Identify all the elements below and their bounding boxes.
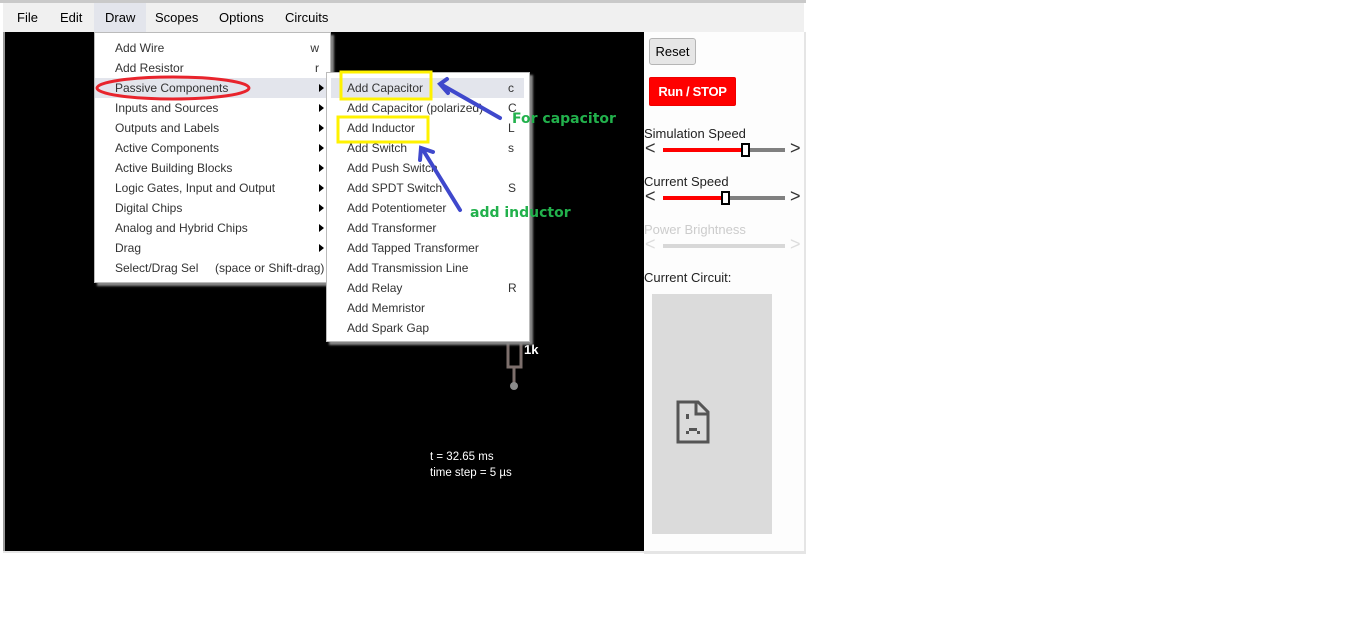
yellow-box-capacitor	[339, 70, 433, 101]
annotation-add-inductor: add inductor	[470, 205, 571, 221]
annotation-for-capacitor: For capacitor	[512, 111, 616, 127]
red-highlight-ellipse	[95, 75, 251, 101]
annotation-overlay	[95, 70, 502, 212]
arrow-to-inductor	[418, 145, 462, 212]
circuit-simulator-app: File Edit Draw Scopes Options Circuits 1…	[0, 0, 806, 554]
yellow-box-inductor	[336, 115, 430, 144]
arrow-to-capacitor	[437, 77, 502, 120]
